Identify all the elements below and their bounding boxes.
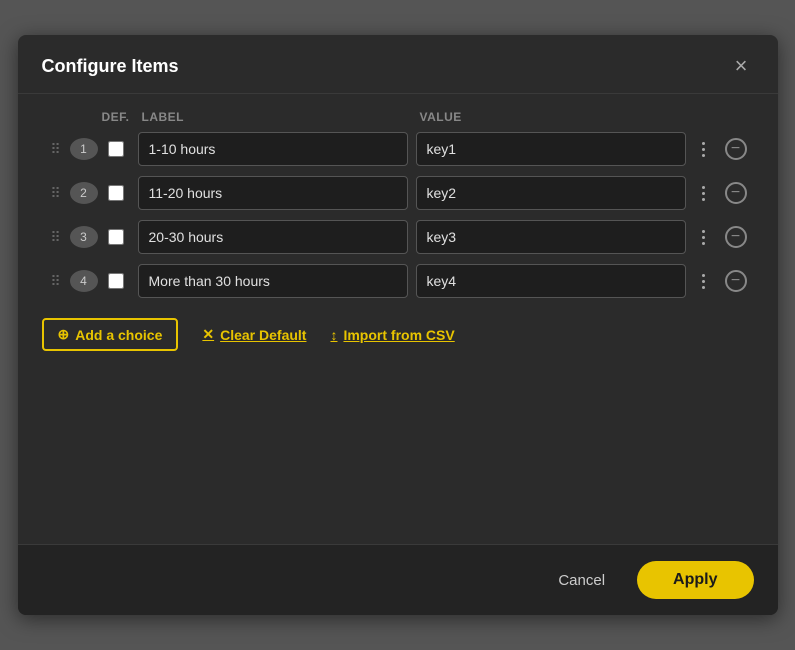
- delete-button[interactable]: −: [725, 226, 747, 248]
- import-icon: ↕: [330, 327, 337, 343]
- row-number: 3: [70, 226, 98, 248]
- value-input[interactable]: [416, 176, 686, 210]
- table-row: ⠿ 2 −: [42, 176, 754, 210]
- row-number: 4: [70, 270, 98, 292]
- label-input[interactable]: [138, 264, 408, 298]
- row-number: 2: [70, 182, 98, 204]
- table-row: ⠿ 4 −: [42, 264, 754, 298]
- modal-footer: Cancel Apply: [18, 544, 778, 615]
- add-choice-button[interactable]: ⊕ Add a choice: [42, 318, 179, 351]
- label-input[interactable]: [138, 176, 408, 210]
- action-bar: ⊕ Add a choice ✕ Clear Default ↕ Import …: [42, 312, 754, 357]
- column-headers: DEF. LABEL VALUE: [42, 110, 754, 132]
- delete-cell: −: [718, 182, 754, 204]
- drag-handle[interactable]: ⠿: [42, 185, 70, 202]
- x-icon: ✕: [202, 326, 214, 343]
- apply-button[interactable]: Apply: [637, 561, 753, 599]
- delete-button[interactable]: −: [725, 182, 747, 204]
- table-row: ⠿ 1 −: [42, 132, 754, 166]
- value-input[interactable]: [416, 264, 686, 298]
- kebab-icon: [702, 227, 705, 247]
- default-checkbox[interactable]: [108, 229, 124, 245]
- def-col-header: DEF.: [98, 110, 134, 124]
- configure-items-modal: Configure Items × DEF. LABEL VALUE ⠿ 1: [18, 35, 778, 615]
- delete-cell: −: [718, 138, 754, 160]
- modal-title: Configure Items: [42, 56, 179, 77]
- clear-default-label: Clear Default: [220, 327, 306, 343]
- default-checkbox[interactable]: [108, 273, 124, 289]
- delete-cell: −: [718, 270, 754, 292]
- modal-header: Configure Items ×: [18, 35, 778, 94]
- import-csv-button[interactable]: ↕ Import from CSV: [330, 327, 454, 343]
- clear-default-button[interactable]: ✕ Clear Default: [202, 326, 306, 343]
- value-input[interactable]: [416, 132, 686, 166]
- drag-handle[interactable]: ⠿: [42, 141, 70, 158]
- kebab-icon: [702, 271, 705, 291]
- row-menu-button[interactable]: [690, 271, 718, 291]
- value-input[interactable]: [416, 220, 686, 254]
- minus-circle-icon: −: [725, 226, 747, 248]
- close-button[interactable]: ×: [729, 53, 754, 79]
- rows-container: ⠿ 1 − ⠿ 2: [42, 132, 754, 298]
- kebab-icon: [702, 183, 705, 203]
- kebab-icon: [702, 139, 705, 159]
- delete-button[interactable]: −: [725, 138, 747, 160]
- cancel-button[interactable]: Cancel: [538, 562, 625, 599]
- minus-circle-icon: −: [725, 138, 747, 160]
- drag-handle[interactable]: ⠿: [42, 273, 70, 290]
- delete-cell: −: [718, 226, 754, 248]
- row-menu-button[interactable]: [690, 227, 718, 247]
- add-choice-label: Add a choice: [75, 327, 162, 343]
- drag-handle[interactable]: ⠿: [42, 229, 70, 246]
- import-csv-label: Import from CSV: [343, 327, 454, 343]
- label-input[interactable]: [138, 132, 408, 166]
- default-checkbox-cell: [98, 229, 134, 245]
- value-col-header: VALUE: [412, 110, 690, 124]
- default-checkbox[interactable]: [108, 141, 124, 157]
- table-row: ⠿ 3 −: [42, 220, 754, 254]
- label-input[interactable]: [138, 220, 408, 254]
- row-menu-button[interactable]: [690, 183, 718, 203]
- label-col-header: LABEL: [134, 110, 412, 124]
- default-checkbox-cell: [98, 141, 134, 157]
- row-menu-button[interactable]: [690, 139, 718, 159]
- default-checkbox[interactable]: [108, 185, 124, 201]
- minus-circle-icon: −: [725, 182, 747, 204]
- delete-button[interactable]: −: [725, 270, 747, 292]
- default-checkbox-cell: [98, 185, 134, 201]
- plus-icon: ⊕: [58, 326, 70, 343]
- minus-circle-icon: −: [725, 270, 747, 292]
- modal-body: DEF. LABEL VALUE ⠿ 1 −: [18, 94, 778, 544]
- default-checkbox-cell: [98, 273, 134, 289]
- row-number: 1: [70, 138, 98, 160]
